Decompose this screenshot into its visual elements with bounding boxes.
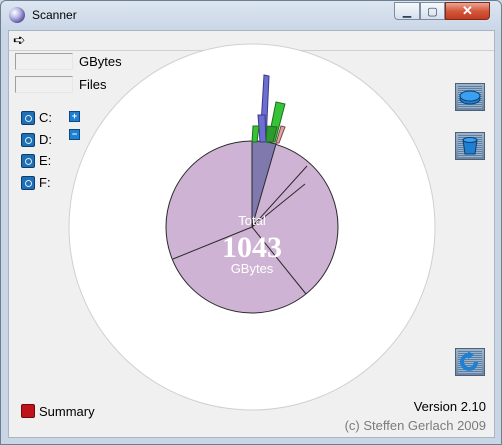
spike-blue-small[interactable]: [257, 114, 267, 143]
close-button[interactable]: ✕: [445, 2, 490, 20]
files-value-field: [15, 76, 73, 93]
refresh-button[interactable]: [455, 348, 485, 376]
drive-f-label[interactable]: F:: [39, 175, 51, 190]
scan-disk-button[interactable]: [455, 83, 485, 111]
drive-e-label[interactable]: E:: [39, 153, 51, 168]
drive-d-icon[interactable]: [21, 133, 35, 147]
copyright-label: (c) Steffen Gerlach 2009: [344, 418, 486, 433]
drive-c-label[interactable]: C:: [39, 110, 52, 125]
summary-icon[interactable]: [21, 404, 35, 418]
center-value: 1043: [222, 231, 282, 264]
client-area: ➪ GBytes Files C: D: E: F: + − Total 104…: [8, 30, 495, 438]
drive-c-icon[interactable]: [21, 111, 35, 125]
refresh-icon: [460, 351, 478, 371]
disk-usage-sunburst: Total 1043 GBytes: [68, 43, 436, 411]
bucket-button[interactable]: [455, 132, 485, 160]
summary-label[interactable]: Summary: [39, 404, 95, 419]
drive-d-label[interactable]: D:: [39, 132, 52, 147]
center-label: Total: [238, 213, 266, 228]
maximize-button[interactable]: ▢: [420, 2, 445, 20]
scanner-window: Scanner ▁ ▢ ✕ ➪ GBytes Files C: D: E: F:…: [0, 0, 502, 445]
drive-e-icon[interactable]: [21, 154, 35, 168]
app-icon: [9, 7, 25, 23]
title-bar: Scanner ▁ ▢ ✕: [1, 1, 501, 30]
version-label: Version 2.10: [413, 399, 486, 414]
scan-disk-icon: [459, 90, 481, 105]
gbytes-value-field: [15, 53, 73, 70]
minimize-button[interactable]: ▁: [394, 2, 420, 20]
back-arrow-icon[interactable]: ➪: [13, 33, 26, 49]
drive-f-icon[interactable]: [21, 176, 35, 190]
center-unit: GBytes: [231, 261, 274, 276]
bucket-icon: [462, 137, 478, 155]
window-title: Scanner: [32, 8, 77, 22]
